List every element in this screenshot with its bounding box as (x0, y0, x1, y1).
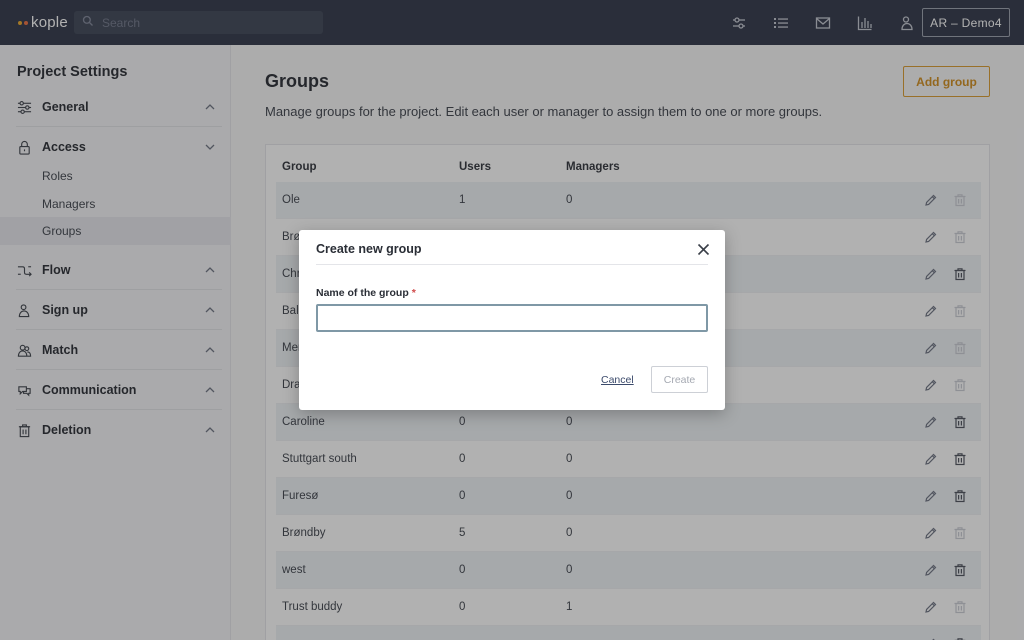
close-icon[interactable] (697, 243, 710, 256)
group-name-label: Name of the group * (316, 287, 416, 299)
field-label-text: Name of the group (316, 287, 409, 299)
create-group-dialog: Create new group Name of the group * Can… (299, 230, 725, 410)
create-button[interactable]: Create (651, 366, 708, 393)
required-mark: * (411, 287, 416, 299)
dialog-title: Create new group (316, 242, 422, 256)
cancel-button[interactable]: Cancel (601, 374, 634, 386)
group-name-input[interactable] (316, 304, 708, 332)
dialog-divider (316, 264, 708, 265)
